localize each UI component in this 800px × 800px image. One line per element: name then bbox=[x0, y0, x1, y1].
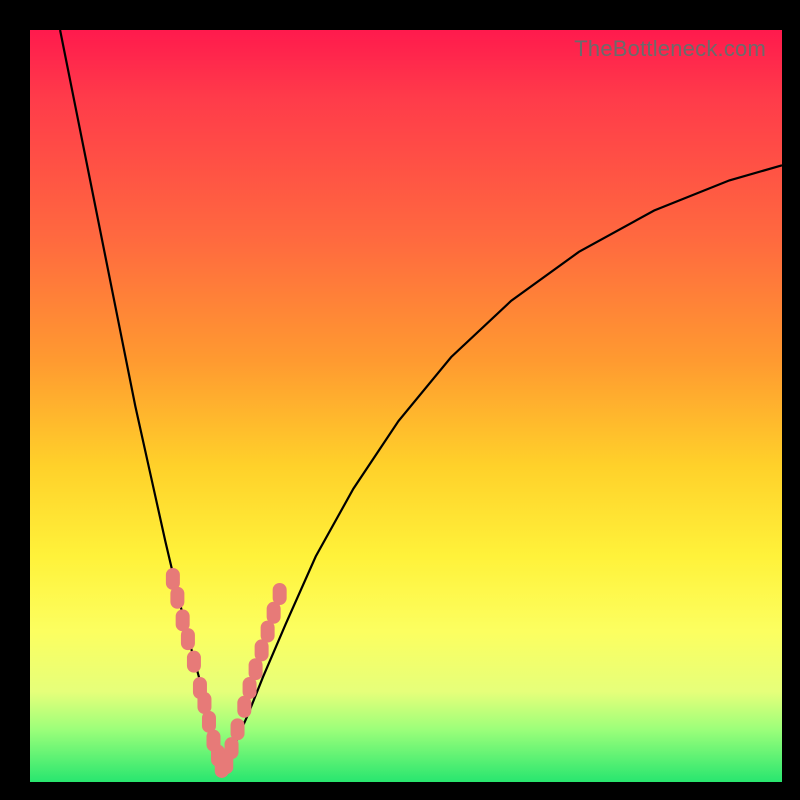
marker-dot bbox=[243, 677, 257, 699]
marker-dot bbox=[231, 718, 245, 740]
marker-group bbox=[166, 568, 287, 778]
marker-dot bbox=[237, 696, 251, 718]
marker-dot bbox=[197, 692, 211, 714]
marker-dot bbox=[176, 609, 190, 631]
marker-dot bbox=[166, 568, 180, 590]
curve-right bbox=[223, 165, 782, 770]
marker-dot bbox=[225, 737, 239, 759]
marker-dot bbox=[261, 621, 275, 643]
marker-dot bbox=[267, 602, 281, 624]
plot-area: TheBottleneck.com bbox=[30, 30, 782, 782]
marker-dot bbox=[181, 628, 195, 650]
marker-dot bbox=[255, 639, 269, 661]
marker-dot bbox=[202, 711, 216, 733]
marker-dot bbox=[170, 587, 184, 609]
marker-dot bbox=[187, 651, 201, 673]
marker-dot bbox=[249, 658, 263, 680]
chart-overlay bbox=[30, 30, 782, 782]
outer-frame: TheBottleneck.com bbox=[0, 0, 800, 800]
marker-dot bbox=[273, 583, 287, 605]
